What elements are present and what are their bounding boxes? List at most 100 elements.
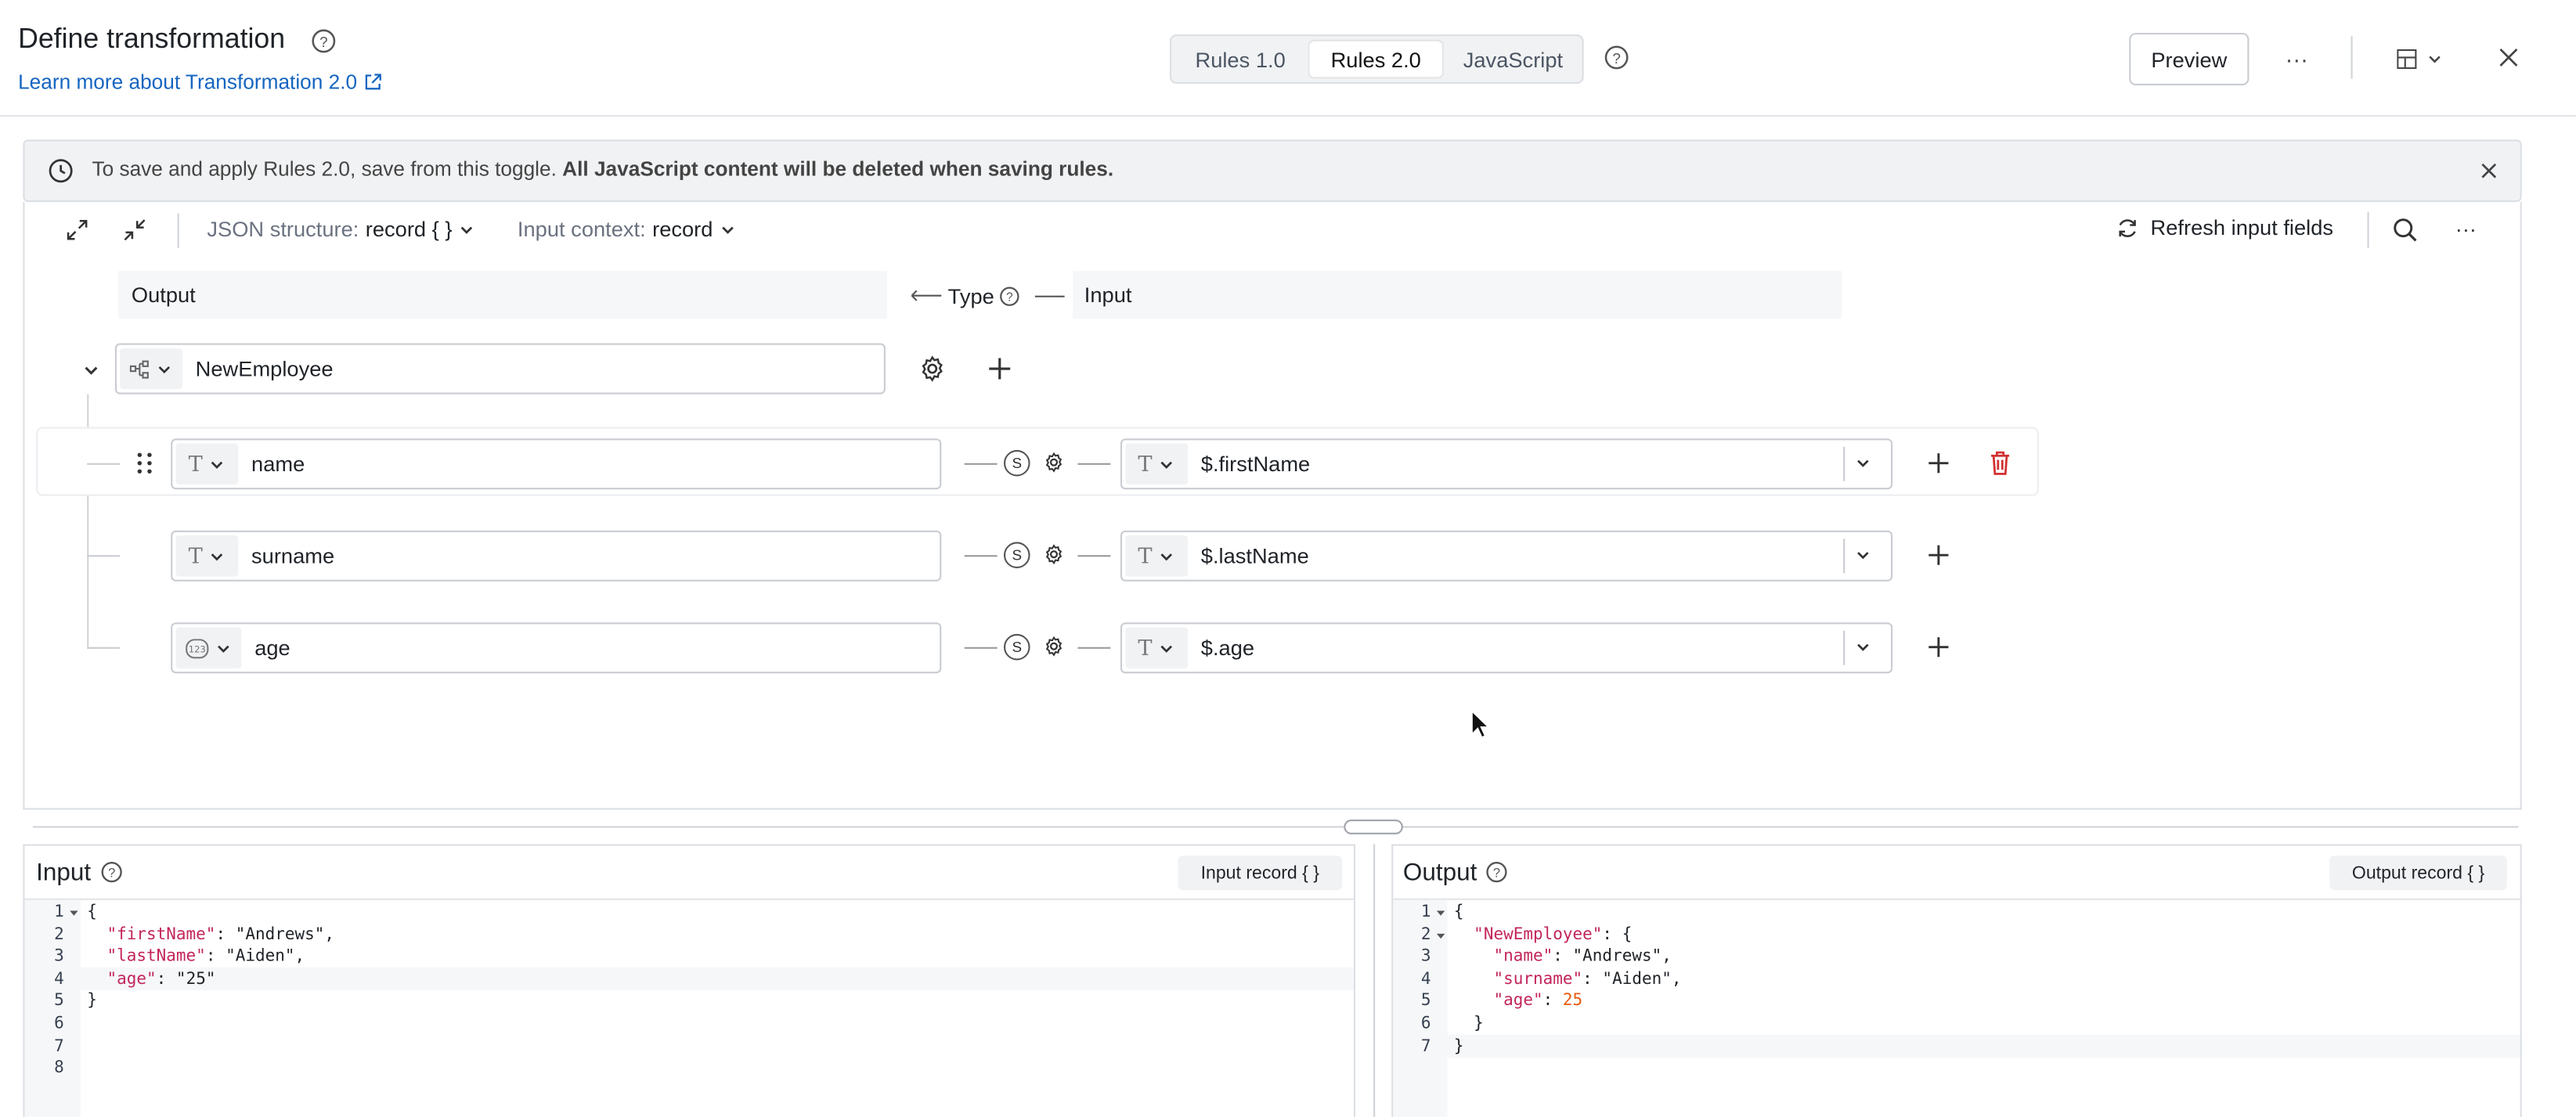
tree-branch-line xyxy=(87,463,121,465)
collapse-icon[interactable] xyxy=(123,218,146,241)
code-line: "name": "Andrews", xyxy=(1493,948,1672,967)
input-context-value: record xyxy=(652,216,713,242)
input-expression: $.age xyxy=(1200,636,1255,661)
code-line: ​ xyxy=(87,1014,334,1036)
chevron-down-icon xyxy=(215,640,232,656)
type-help-icon[interactable]: ? xyxy=(999,285,1020,306)
preview-button[interactable]: Preview xyxy=(2129,32,2249,86)
fold-arrow-icon[interactable] xyxy=(1436,931,1446,942)
rules-help-icon[interactable]: ? xyxy=(1604,45,1630,71)
connector-line xyxy=(964,555,998,557)
transform-settings-icon[interactable] xyxy=(1043,452,1064,473)
code-line: "lastName": "Aiden", xyxy=(106,948,305,967)
arrow-left-icon xyxy=(910,287,943,304)
more-options-button[interactable]: ··· xyxy=(2274,39,2320,78)
input-code-editor[interactable]: { "firstName": "Andrews", "lastName": "A… xyxy=(87,902,334,1080)
text-type-icon: T xyxy=(1138,452,1153,477)
resize-handle[interactable] xyxy=(1344,820,1403,834)
input-expression: $.lastName xyxy=(1200,543,1309,568)
svg-text:?: ? xyxy=(1006,290,1013,304)
toolbar-more-icon[interactable]: ··· xyxy=(2453,217,2480,243)
string-type-indicator[interactable]: S xyxy=(1004,449,1030,477)
page-title: Define transformation xyxy=(18,23,286,55)
json-structure-select[interactable]: JSON structure: record { } xyxy=(207,217,474,241)
input-field-divider xyxy=(1843,630,1845,665)
line-number: 2 xyxy=(54,925,64,944)
string-type-indicator[interactable]: S xyxy=(1004,542,1030,568)
input-help-icon[interactable]: ? xyxy=(100,860,123,883)
output-panel-title: Output xyxy=(1402,859,1477,888)
output-field-name: name xyxy=(251,452,305,477)
input-context-label: Input context: xyxy=(517,216,646,242)
line-number: 5 xyxy=(54,993,64,1011)
output-type-button[interactable]: 123 xyxy=(175,627,242,668)
expand-icon[interactable] xyxy=(66,218,88,241)
input-type-button[interactable]: T xyxy=(1125,535,1188,577)
add-icon[interactable] xyxy=(987,356,1012,380)
transform-settings-icon[interactable] xyxy=(1043,636,1064,657)
object-type-button[interactable] xyxy=(120,348,182,390)
connector-line xyxy=(964,647,998,649)
input-type-button[interactable]: T xyxy=(1125,443,1188,485)
output-record-button[interactable]: Output record { } xyxy=(2329,856,2507,891)
line-number: 6 xyxy=(1420,1014,1431,1033)
external-link-icon xyxy=(363,72,383,92)
code-line: "firstName": "Andrews", xyxy=(106,925,335,944)
root-node-name: NewEmployee xyxy=(195,356,334,381)
input-record-button[interactable]: Input record { } xyxy=(1178,856,1343,891)
svg-text:?: ? xyxy=(1612,51,1621,67)
fold-arrow-icon[interactable] xyxy=(1436,908,1446,918)
tab-javascript[interactable]: JavaScript xyxy=(1449,41,1578,77)
output-field-name: surname xyxy=(251,543,335,568)
search-icon[interactable] xyxy=(2392,217,2419,243)
code-line: } xyxy=(1453,1037,1464,1056)
output-type-button[interactable]: T xyxy=(175,443,239,485)
output-help-icon[interactable]: ? xyxy=(1485,860,1508,883)
fold-arrow-icon[interactable] xyxy=(69,908,79,918)
input-panel-divider xyxy=(24,898,1354,900)
line-number: 2 xyxy=(1420,925,1431,944)
string-type-indicator[interactable]: S xyxy=(1004,633,1030,661)
output-field-name: age xyxy=(254,636,290,661)
output-type-button[interactable]: T xyxy=(175,535,239,577)
refresh-label: Refresh input fields xyxy=(2150,214,2334,240)
transform-settings-icon[interactable] xyxy=(1043,544,1064,565)
close-icon[interactable] xyxy=(2497,46,2520,69)
text-type-icon: T xyxy=(1138,544,1153,570)
add-row-icon[interactable] xyxy=(1927,452,1950,474)
toolbar-divider xyxy=(177,213,179,248)
banner-message: To save and apply Rules 2.0, save from t… xyxy=(92,157,557,181)
input-field-divider xyxy=(1843,446,1845,481)
mouse-cursor-icon xyxy=(1470,709,1491,739)
tab-rules-1[interactable]: Rules 1.0 xyxy=(1180,41,1301,77)
help-icon[interactable]: ? xyxy=(311,28,337,55)
svg-text:123: 123 xyxy=(189,643,206,654)
layout-menu-button[interactable] xyxy=(2390,43,2450,76)
delete-row-icon[interactable] xyxy=(1990,450,2011,477)
add-row-icon[interactable] xyxy=(1927,636,1950,658)
banner-close-icon[interactable] xyxy=(2479,161,2498,181)
input-dropdown-chevron-icon[interactable] xyxy=(1855,547,1874,567)
input-dropdown-chevron-icon[interactable] xyxy=(1855,455,1874,474)
chevron-down-icon xyxy=(1159,456,1175,472)
header-separator xyxy=(0,114,2576,117)
settings-gear-icon[interactable] xyxy=(918,355,947,383)
drag-handle-icon[interactable] xyxy=(135,452,154,474)
add-row-icon[interactable] xyxy=(1927,544,1950,567)
output-code-editor[interactable]: { "NewEmployee": { "name": "Andrews", "s… xyxy=(1454,902,1682,1058)
banner-text: To save and apply Rules 2.0, save from t… xyxy=(92,157,1113,180)
chevron-down-icon xyxy=(156,361,172,377)
banner-warning: All JavaScript content will be deleted w… xyxy=(562,157,1114,181)
input-context-select[interactable]: Input context: record xyxy=(518,217,736,241)
refresh-input-fields-button[interactable]: Refresh input fields xyxy=(2116,215,2333,240)
input-dropdown-chevron-icon[interactable] xyxy=(1855,639,1874,658)
learn-more-link[interactable]: Learn more about Transformation 2.0 xyxy=(18,70,384,94)
learn-more-label[interactable]: Learn more about Transformation 2.0 xyxy=(18,70,357,93)
svg-text:?: ? xyxy=(319,34,328,51)
collapse-node-button[interactable] xyxy=(72,351,108,387)
code-line: ​ xyxy=(87,1036,334,1058)
input-type-button[interactable]: T xyxy=(1125,627,1188,668)
code-line: "age": 25 xyxy=(1493,993,1583,1011)
tab-rules-2[interactable]: Rules 2.0 xyxy=(1309,41,1443,77)
tree-branch-line xyxy=(87,555,121,557)
